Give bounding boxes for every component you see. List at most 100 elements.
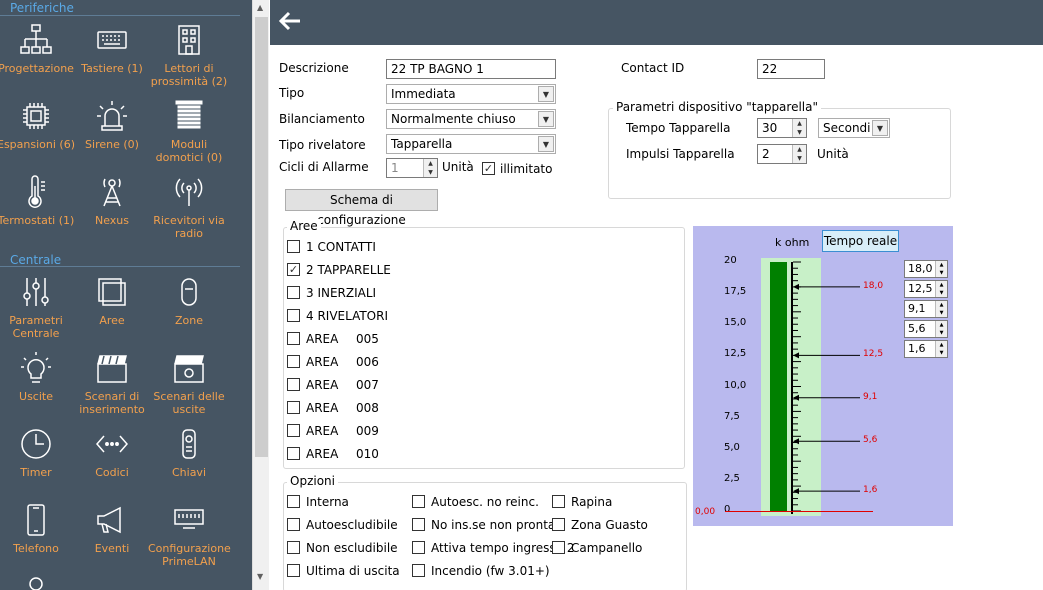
schema-configurazione-button[interactable]: Schema di configurazione (285, 189, 438, 227)
area-checkbox[interactable] (287, 355, 300, 368)
area-row[interactable]: AREA 006 (287, 354, 667, 372)
option-row[interactable]: Campanello (552, 540, 682, 558)
tempo-tapparella-spinner[interactable]: 30 ▲ ▼ (757, 118, 807, 138)
sidebar-item-lettori[interactable]: Lettori di prossimità (2) (148, 22, 230, 88)
area-checkbox[interactable] (287, 309, 300, 322)
spin-up-icon[interactable]: ▲ (935, 281, 947, 289)
tempo-unit-select[interactable]: Secondi ▼ (818, 118, 890, 138)
chevron-down-icon[interactable]: ▼ (538, 86, 554, 102)
sidebar-item-ricevitori[interactable]: Ricevitori via radio (148, 174, 230, 240)
spin-down-icon[interactable]: ▼ (792, 154, 806, 163)
sidebar-item-espansioni[interactable]: Espansioni (6) (0, 98, 77, 151)
area-row[interactable]: AREA 007 (287, 377, 667, 395)
sidebar-item-codici[interactable]: Codici (71, 426, 153, 479)
sidebar-item-eventi[interactable]: Eventi (71, 502, 153, 555)
spin-up-icon[interactable]: ▲ (792, 119, 806, 128)
area-checkbox[interactable] (287, 378, 300, 391)
option-checkbox[interactable] (552, 495, 565, 508)
option-row[interactable]: Attiva tempo ingresso 2 (412, 540, 574, 558)
spin-up-icon[interactable]: ▲ (792, 145, 806, 154)
option-checkbox[interactable] (412, 495, 425, 508)
option-checkbox[interactable] (412, 518, 425, 531)
area-checkbox[interactable] (287, 424, 300, 437)
option-row[interactable]: Non escludibile (287, 540, 417, 558)
sidebar-item-nexus[interactable]: Nexus (71, 174, 153, 227)
option-row[interactable]: Ultima di uscita (287, 563, 417, 581)
descrizione-input[interactable]: 22 TP BAGNO 1 (386, 59, 556, 79)
scroll-up-icon[interactable]: ▲ (257, 3, 263, 12)
sidebar-item-tastiere[interactable]: Tastiere (1) (71, 22, 153, 75)
spin-down-icon[interactable]: ▼ (935, 349, 947, 357)
option-checkbox[interactable] (287, 495, 300, 508)
bilanciamento-select[interactable]: Normalmente chiuso ▼ (386, 109, 556, 129)
option-checkbox[interactable] (552, 518, 565, 531)
sidebar-item-progettazione[interactable]: Progettazione (0, 22, 77, 75)
option-checkbox[interactable] (287, 541, 300, 554)
sidebar-item-uscite[interactable]: Uscite (0, 350, 77, 403)
area-checkbox[interactable] (287, 286, 300, 299)
option-checkbox[interactable] (287, 518, 300, 531)
option-row[interactable]: No ins.se non pronta (412, 517, 555, 535)
tipo-rivelatore-select[interactable]: Tapparella ▼ (386, 134, 556, 154)
chevron-down-icon[interactable]: ▼ (538, 136, 554, 152)
sidebar-item-chiavi[interactable]: Chiavi (148, 426, 230, 479)
sidebar-item-more[interactable] (0, 576, 77, 590)
chevron-down-icon[interactable]: ▼ (538, 111, 554, 127)
scrollbar-thumb[interactable] (255, 17, 268, 457)
spin-up-icon[interactable]: ▲ (935, 341, 947, 349)
option-checkbox[interactable] (412, 564, 425, 577)
sidebar-item-termostati[interactable]: Termostati (1) (0, 174, 77, 227)
option-row[interactable]: Interna (287, 494, 417, 512)
area-checkbox[interactable]: ✓ (287, 263, 300, 276)
spin-down-icon[interactable]: ▼ (935, 309, 947, 317)
spin-up-icon[interactable]: ▲ (935, 301, 947, 309)
chevron-down-icon[interactable]: ▼ (872, 120, 888, 136)
spin-down-icon[interactable]: ▼ (935, 329, 947, 337)
option-row[interactable]: Autoescludibile (287, 517, 417, 535)
sidebar-item-telefono[interactable]: Telefono (0, 502, 77, 555)
area-row[interactable]: 4 RIVELATORI (287, 308, 667, 326)
area-row[interactable]: AREA 008 (287, 400, 667, 418)
impulsi-tapparella-spinner[interactable]: 2 ▲ ▼ (757, 144, 807, 164)
area-row[interactable]: 1 CONTATTI (287, 239, 667, 257)
back-button[interactable] (276, 8, 304, 34)
illimitato-checkbox[interactable]: ✓ (482, 162, 495, 175)
area-checkbox[interactable] (287, 332, 300, 345)
sidebar-item-timer[interactable]: Timer (0, 426, 77, 479)
tipo-select[interactable]: Immediata ▼ (386, 84, 556, 104)
option-checkbox[interactable] (552, 541, 565, 554)
threshold-spinner[interactable]: 12,5 ▲ ▼ (904, 280, 948, 298)
spin-up-icon[interactable]: ▲ (935, 321, 947, 329)
sidebar-item-primelan[interactable]: Configurazione PrimeLAN (148, 502, 231, 568)
option-row[interactable]: Incendio (fw 3.01+) (412, 563, 550, 581)
sidebar-item-sirene[interactable]: Sirene (0) (71, 98, 153, 151)
sidebar-scrollbar[interactable]: ▲ ▼ (252, 0, 269, 590)
option-row[interactable]: Autoesc. no reinc. (412, 494, 542, 512)
sidebar-item-scenari-uscite[interactable]: Scenari delle uscite (148, 350, 230, 416)
option-row[interactable]: Zona Guasto (552, 517, 682, 535)
area-row[interactable]: AREA 005 (287, 331, 667, 349)
threshold-spinner[interactable]: 1,6 ▲ ▼ (904, 340, 948, 358)
cicli-spinner[interactable]: 1 ▲ ▼ (386, 158, 438, 178)
sidebar-item-aree[interactable]: Aree (71, 274, 153, 327)
scroll-down-icon[interactable]: ▼ (257, 572, 263, 581)
sidebar-item-zone[interactable]: Zone (148, 274, 230, 327)
spin-up-icon[interactable]: ▲ (935, 261, 947, 269)
option-checkbox[interactable] (412, 541, 425, 554)
area-row[interactable]: 3 INERZIALI (287, 285, 667, 303)
threshold-spinner[interactable]: 5,6 ▲ ▼ (904, 320, 948, 338)
sidebar-item-moduli[interactable]: Moduli domotici (0) (148, 98, 230, 164)
area-checkbox[interactable] (287, 401, 300, 414)
spin-down-icon[interactable]: ▼ (792, 128, 806, 137)
area-checkbox[interactable] (287, 447, 300, 460)
option-row[interactable]: Rapina (552, 494, 682, 512)
spin-down-icon[interactable]: ▼ (935, 289, 947, 297)
area-row[interactable]: AREA 010 (287, 446, 667, 464)
area-checkbox[interactable] (287, 240, 300, 253)
sidebar-item-scenari-inserimento[interactable]: Scenari di inserimento (71, 350, 153, 416)
spin-down-icon[interactable]: ▼ (423, 168, 437, 177)
option-checkbox[interactable] (287, 564, 300, 577)
threshold-spinner[interactable]: 18,0 ▲ ▼ (904, 260, 948, 278)
contact-id-input[interactable]: 22 (757, 59, 825, 79)
area-row[interactable]: ✓ 2 TAPPARELLE (287, 262, 667, 280)
